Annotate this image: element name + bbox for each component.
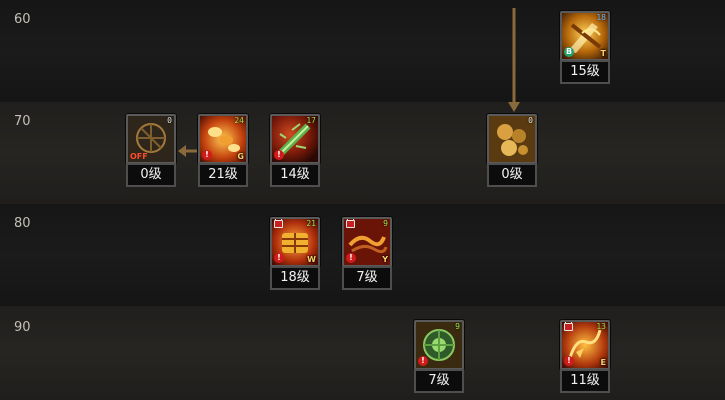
- required-level: 0: [528, 116, 533, 125]
- skill-level: 7级: [414, 369, 464, 393]
- required-level: 9: [383, 219, 388, 228]
- row-label-60: 60: [14, 12, 31, 27]
- skill-slot[interactable]: 9 ! 7级: [414, 320, 464, 393]
- row-band-70: [0, 102, 725, 204]
- skill-badge: !: [274, 150, 284, 160]
- required-level: 9: [455, 322, 460, 331]
- skill-badge: !: [418, 356, 428, 366]
- chain-strike-icon[interactable]: 24 G !: [198, 114, 248, 164]
- lock-icon: [274, 219, 283, 228]
- row-label-90: 90: [14, 320, 31, 335]
- skill-slot[interactable]: 18 T B 15级: [560, 11, 610, 84]
- skill-slot[interactable]: 21 W ! 18级: [270, 217, 320, 290]
- skill-level: 0级: [126, 163, 176, 187]
- skill-slot[interactable]: 13 E ! 11级: [560, 320, 610, 393]
- lock-icon: [564, 322, 573, 331]
- flame-dragon-icon[interactable]: 13 E !: [560, 320, 610, 370]
- required-level: 17: [306, 116, 316, 125]
- hotkey-label: E: [600, 358, 606, 367]
- skill-slot[interactable]: 9 Y ! 7级: [342, 217, 392, 290]
- jade-seal-icon[interactable]: 9 !: [414, 320, 464, 370]
- green-bamboo-icon[interactable]: 17 !: [270, 114, 320, 164]
- skill-level: 15级: [560, 60, 610, 84]
- skill-slot[interactable]: 0 0级: [487, 114, 537, 187]
- skill-level: 14级: [270, 163, 320, 187]
- row-label-80: 80: [14, 216, 31, 231]
- gear-cluster-icon[interactable]: 0: [487, 114, 537, 164]
- prerequisite-arrow-down: [508, 8, 520, 112]
- row-band-90: [0, 306, 725, 400]
- required-level: 0: [167, 116, 172, 125]
- hotkey-label: T: [600, 49, 606, 58]
- skill-badge: !: [564, 356, 574, 366]
- row-band-60: [0, 0, 725, 102]
- skill-level: 11级: [560, 369, 610, 393]
- required-level: 18: [596, 13, 606, 22]
- hotkey-label: Y: [382, 255, 388, 264]
- chest-armor-icon[interactable]: 21 W !: [270, 217, 320, 267]
- required-level: 24: [234, 116, 244, 125]
- skill-slot[interactable]: 0 OFF 0级: [126, 114, 176, 187]
- skill-badge: B: [564, 47, 574, 57]
- skill-slot[interactable]: 17 ! 14级: [270, 114, 320, 187]
- off-indicator: OFF: [130, 152, 148, 161]
- required-level: 13: [596, 322, 606, 331]
- skill-level: 0级: [487, 163, 537, 187]
- skill-level: 7级: [342, 266, 392, 290]
- hotkey-label: W: [307, 255, 316, 264]
- skill-badge: !: [202, 150, 212, 160]
- skill-level: 21级: [198, 163, 248, 187]
- skill-badge: !: [346, 253, 356, 263]
- lock-icon: [346, 219, 355, 228]
- skill-slot[interactable]: 24 G ! 21级: [198, 114, 248, 187]
- golden-cross-slash-icon[interactable]: 18 T B: [560, 11, 610, 61]
- rune-circle-icon[interactable]: 0 OFF: [126, 114, 176, 164]
- skill-badge: !: [274, 253, 284, 263]
- skill-level: 18级: [270, 266, 320, 290]
- prerequisite-arrow-left: [178, 145, 198, 157]
- hotkey-label: G: [237, 152, 244, 161]
- dragon-slash-icon[interactable]: 9 Y !: [342, 217, 392, 267]
- required-level: 21: [306, 219, 316, 228]
- row-label-70: 70: [14, 114, 31, 129]
